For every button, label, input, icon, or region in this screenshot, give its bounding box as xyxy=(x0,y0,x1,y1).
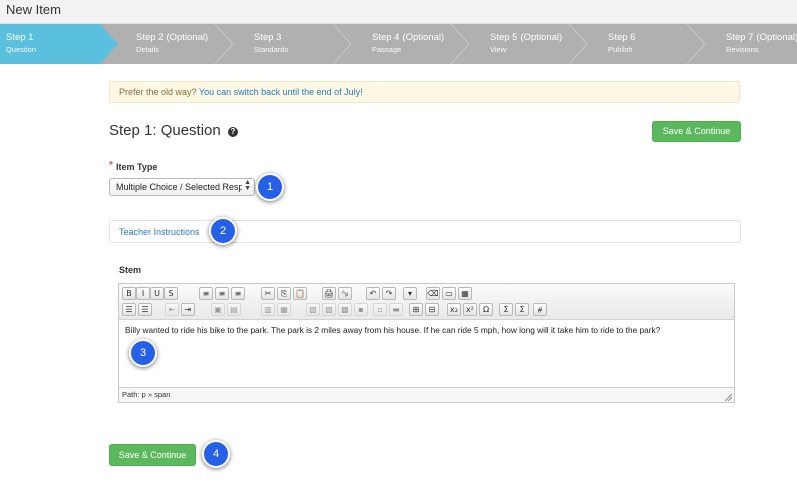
step-number: Step 3 xyxy=(254,32,282,43)
page-title: Step 1: Question ? xyxy=(109,122,238,139)
help-icon[interactable]: ? xyxy=(227,127,238,137)
wizard-chevrons xyxy=(0,24,706,64)
toolbar-button-r2-2[interactable]: ⇤ xyxy=(165,303,179,316)
toolbar-button-r2-3[interactable]: ⇥ xyxy=(181,303,195,316)
step-sub: Details xyxy=(136,45,159,54)
step-sub: Publish xyxy=(608,45,633,54)
toolbar-button-r2-9[interactable]: ▨ xyxy=(322,303,336,316)
step-number: Step 6 xyxy=(608,32,636,43)
toolbar-button-r1-6[interactable]: ≡ xyxy=(231,287,245,300)
toolbar-button-r2-20[interactable]: Σ xyxy=(515,303,529,316)
stem-editor[interactable]: B I U S ≡ ≡ ≡ ✂ ⎘ 📋 🖨 ᴬᵦ ↶ ↷ ▾ ⌫ ▭ ▦ ☰ ☰ ⇤ ⇥ ▣ ▤ ▥ ▦ ▧ ▨ ▩ ▪ ▫ ▬ ⊞ ⊟ x₂ x² Ω… xyxy=(118,283,735,403)
toolbar-button-r1-9[interactable]: 📋 xyxy=(293,287,307,300)
stem-label: Stem xyxy=(119,265,142,275)
toolbar-button-r1-5[interactable]: ≡ xyxy=(215,287,229,300)
toolbar-button-r1-14[interactable]: ▾ xyxy=(403,287,417,300)
toolbar-button-r1-7[interactable]: ✂ xyxy=(261,287,275,300)
toolbar-button-r1-4[interactable]: ≡ xyxy=(199,287,213,300)
path-text: Path: p » span xyxy=(122,390,171,399)
toolbar-button-r1-12[interactable]: ↶ xyxy=(366,287,380,300)
toolbar-button-r2-21[interactable]: ⧣ xyxy=(533,303,547,316)
step-sub: Standards xyxy=(254,45,289,54)
chevron-divider xyxy=(450,24,470,64)
toolbar-button-r2-6[interactable]: ▥ xyxy=(261,303,275,316)
callout-marker-2: 2 xyxy=(209,217,237,245)
item-type-select[interactable]: Multiple Choice / Selected Resp ▲ ▼ xyxy=(109,178,255,196)
toolbar-button-r1-16[interactable]: ▭ xyxy=(442,287,456,300)
toolbar-button-r1-1[interactable]: I xyxy=(136,287,150,300)
item-type-label: Item Type xyxy=(116,162,158,172)
chevron-divider xyxy=(332,24,352,64)
toolbar-button-r1-0[interactable]: B xyxy=(122,287,136,300)
banner-text: Prefer the old way? You can switch back … xyxy=(119,87,363,97)
toolbar-button-r2-4[interactable]: ▣ xyxy=(211,303,225,316)
window-title: New Item xyxy=(6,2,61,17)
updown-arrows-icon: ▲ ▼ xyxy=(244,179,251,192)
toolbar-button-r2-7[interactable]: ▦ xyxy=(277,303,291,316)
toolbar-button-r2-17[interactable]: x² xyxy=(463,303,477,316)
step-sub: View xyxy=(490,45,507,54)
toolbar-button-r2-10[interactable]: ▩ xyxy=(338,303,352,316)
step-sub: Revisions xyxy=(726,45,759,54)
switch-back-link[interactable]: You can switch back until the end of Jul… xyxy=(199,87,363,97)
callout-marker-1: 1 xyxy=(256,173,284,201)
toolbar-button-r2-14[interactable]: ⊞ xyxy=(409,303,423,316)
toolbar-button-r2-13[interactable]: ▬ xyxy=(389,303,403,316)
old-way-banner: Prefer the old way? You can switch back … xyxy=(109,81,740,103)
step-number: Step 2 (Optional) xyxy=(136,32,209,43)
editor-pathbar: Path: p » span xyxy=(119,387,734,402)
required-mark: * xyxy=(109,160,113,171)
item-type-value: Multiple Choice / Selected Resp xyxy=(116,182,242,192)
toolbar-button-r2-15[interactable]: ⊟ xyxy=(425,303,439,316)
toolbar-button-r1-8[interactable]: ⎘ xyxy=(277,287,291,300)
callout-marker-3: 3 xyxy=(129,339,157,367)
toolbar-button-r1-10[interactable]: 🖨 xyxy=(322,287,336,300)
toolbar-button-r1-3[interactable]: S xyxy=(164,287,178,300)
toolbar-button-r1-15[interactable]: ⌫ xyxy=(426,287,440,300)
save-continue-button-top[interactable]: Save & Continue xyxy=(652,121,741,142)
toolbar-button-r1-11[interactable]: ᴬᵦ xyxy=(338,287,352,300)
toolbar-button-r2-18[interactable]: Ω xyxy=(479,303,493,316)
chevron-divider xyxy=(686,24,706,64)
teacher-instructions-panel[interactable]: Teacher Instructions xyxy=(109,220,741,243)
toolbar-button-r1-2[interactable]: U xyxy=(150,287,164,300)
step-number: Step 7 (Optional) xyxy=(726,32,797,43)
chevron-divider xyxy=(568,24,588,64)
step-number: Step 5 (Optional) xyxy=(490,32,563,43)
teacher-instructions-link[interactable]: Teacher Instructions xyxy=(119,227,200,237)
resize-grip-icon[interactable] xyxy=(723,392,732,401)
toolbar-button-r2-12[interactable]: ▫ xyxy=(373,303,387,316)
toolbar-button-r2-11[interactable]: ▪ xyxy=(354,303,368,316)
chevron-divider xyxy=(214,24,234,64)
toolbar-button-r2-5[interactable]: ▤ xyxy=(227,303,241,316)
toolbar-button-r1-17[interactable]: ▦ xyxy=(458,287,472,300)
toolbar-button-r2-19[interactable]: Σ xyxy=(499,303,513,316)
toolbar-button-r1-13[interactable]: ↷ xyxy=(382,287,396,300)
step-1-active-bg xyxy=(0,24,118,64)
stem-content[interactable]: Billy wanted to ride his bike to the par… xyxy=(125,325,660,335)
step-sub: Question xyxy=(6,45,37,54)
window-titlebar: New Item xyxy=(0,0,797,24)
callout-marker-4: 4 xyxy=(202,440,230,468)
toolbar-button-r2-1[interactable]: ☰ xyxy=(138,303,152,316)
toolbar-button-r2-16[interactable]: x₂ xyxy=(447,303,461,316)
editor-toolbar: B I U S ≡ ≡ ≡ ✂ ⎘ 📋 🖨 ᴬᵦ ↶ ↷ ▾ ⌫ ▭ ▦ ☰ ☰ ⇤ ⇥ ▣ ▤ ▥ ▦ ▧ ▨ ▩ ▪ ▫ ▬ ⊞ ⊟ x₂ x² Ω… xyxy=(119,284,734,320)
toolbar-button-r2-0[interactable]: ☰ xyxy=(122,303,136,316)
save-continue-button-bottom[interactable]: Save & Continue xyxy=(109,444,196,466)
wizard-steps: Step 1 Question Step 2 (Optional) Details… xyxy=(0,24,797,64)
step-number: Step 1 xyxy=(6,32,34,43)
toolbar-button-r2-8[interactable]: ▧ xyxy=(306,303,320,316)
step-number: Step 4 (Optional) xyxy=(372,32,445,43)
step-sub: Passage xyxy=(372,45,402,54)
